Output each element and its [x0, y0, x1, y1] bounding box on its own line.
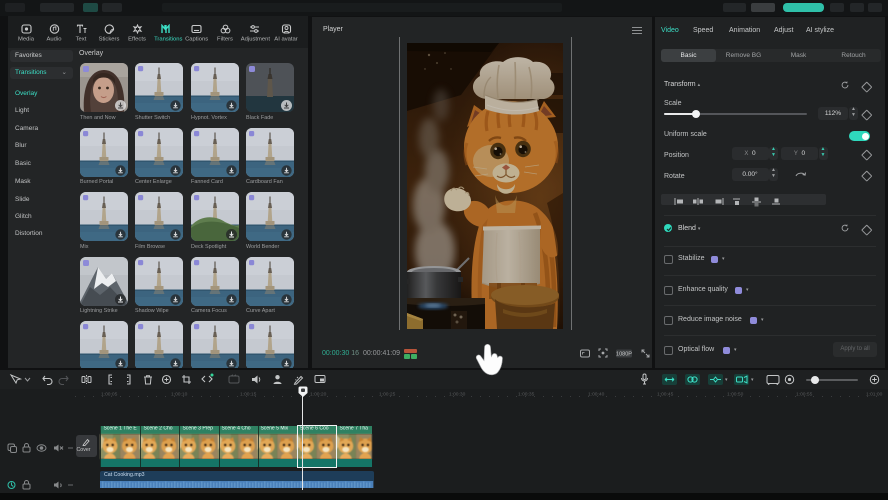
svg-text:1080P: 1080P	[616, 352, 632, 358]
